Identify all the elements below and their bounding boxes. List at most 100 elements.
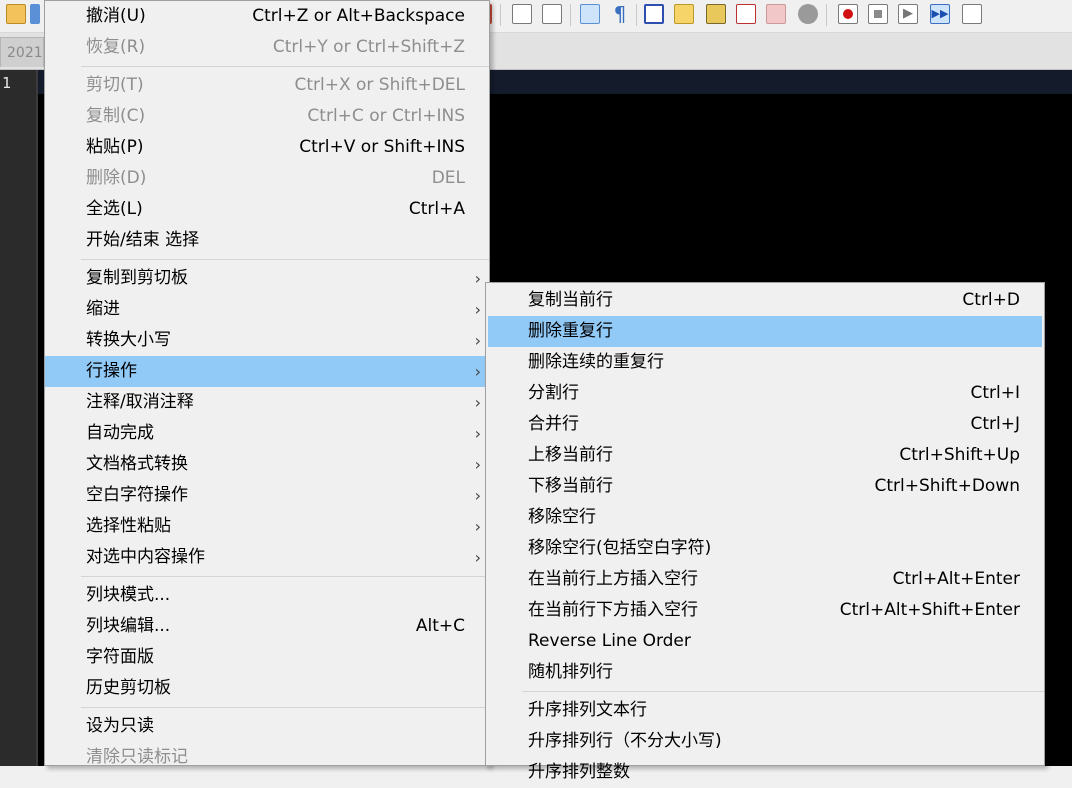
menu-separator xyxy=(81,66,489,67)
document-map-icon[interactable] xyxy=(706,4,726,24)
menu-item-label: 全选(L) xyxy=(86,199,143,219)
menu-item-set-read-only[interactable]: 设为只读 xyxy=(45,711,489,742)
function-list-icon[interactable] xyxy=(736,4,756,24)
submenu-item-randomize-lines[interactable]: 随机排列行 xyxy=(486,657,1044,688)
menu-item-shortcut: Ctrl+I xyxy=(970,383,1020,403)
menu-item-char-panel[interactable]: 字符面版 xyxy=(45,642,489,673)
submenu-item-sort-ascending-integer[interactable]: 升序排列整数 xyxy=(486,757,1044,788)
menu-item-indent[interactable]: 缩进 › xyxy=(45,294,489,325)
chevron-right-icon: › xyxy=(474,486,481,505)
menu-item-on-selection[interactable]: 对选中内容操作 › xyxy=(45,542,489,573)
run-macro-multiple-icon[interactable]: ▶▶ xyxy=(930,4,950,24)
menu-item-label: 删除连续的重复行 xyxy=(528,352,664,372)
menu-item-shortcut: DEL xyxy=(431,168,465,188)
menu-item-label: 在当前行下方插入空行 xyxy=(528,600,698,620)
stop-macro-icon[interactable] xyxy=(868,4,888,24)
menu-item-label: 自动完成 xyxy=(86,423,154,443)
menu-item-shortcut: Ctrl+X or Shift+DEL xyxy=(294,75,465,95)
menu-item-paste[interactable]: 粘贴(P) Ctrl+V or Shift+INS xyxy=(45,132,489,163)
menu-item-shortcut: Ctrl+V or Shift+INS xyxy=(299,137,465,157)
menu-item-comment[interactable]: 注释/取消注释 › xyxy=(45,387,489,418)
monitoring-icon[interactable] xyxy=(798,4,818,24)
menu-item-label: 选择性粘贴 xyxy=(86,516,171,536)
menu-item-label: 删除重复行 xyxy=(528,321,613,341)
user-defined-language-icon[interactable] xyxy=(674,4,694,24)
sync-horizontal-icon[interactable] xyxy=(542,4,562,24)
menu-item-label: Reverse Line Order xyxy=(528,631,691,651)
submenu-item-join-lines[interactable]: 合并行 Ctrl+J xyxy=(486,409,1044,440)
line-operations-submenu: 复制当前行 Ctrl+D 删除重复行 删除连续的重复行 分割行 Ctrl+I 合… xyxy=(485,282,1045,782)
menu-item-label: 复制到剪切板 xyxy=(86,268,188,288)
menu-item-label: 合并行 xyxy=(528,414,579,434)
submenu-item-reverse-line-order[interactable]: Reverse Line Order xyxy=(486,626,1044,657)
submenu-item-move-down[interactable]: 下移当前行 Ctrl+Shift+Down xyxy=(486,471,1044,502)
word-wrap-icon[interactable] xyxy=(580,4,600,24)
menu-item-blank-operations[interactable]: 空白字符操作 › xyxy=(45,480,489,511)
menu-item-label: 随机排列行 xyxy=(528,662,613,682)
chevron-right-icon: › xyxy=(474,517,481,536)
folder-workspace-icon[interactable] xyxy=(766,4,786,24)
menu-item-label: 升序排列行（不分大小写) xyxy=(528,731,722,751)
chevron-right-icon: › xyxy=(474,455,481,474)
submenu-item-move-up[interactable]: 上移当前行 Ctrl+Shift+Up xyxy=(486,440,1044,471)
menu-item-convert-case[interactable]: 转换大小写 › xyxy=(45,325,489,356)
chevron-right-icon: › xyxy=(474,548,481,567)
record-macro-icon[interactable] xyxy=(838,4,858,24)
menu-item-begin-end-select[interactable]: 开始/结束 选择 xyxy=(45,225,489,256)
submenu-item-remove-consecutive-duplicates[interactable]: 删除连续的重复行 xyxy=(486,347,1044,378)
show-all-chars-icon[interactable]: ¶ xyxy=(610,4,630,24)
play-macro-icon[interactable]: ▶ xyxy=(898,4,918,24)
menu-item-label: 设为只读 xyxy=(86,716,154,736)
menu-separator xyxy=(81,259,489,260)
toolbar-separator xyxy=(826,4,827,26)
menu-item-label: 开始/结束 选择 xyxy=(86,230,200,250)
menu-item-label: 列块模式... xyxy=(86,585,171,605)
menu-item-undo[interactable]: 撤消(U) Ctrl+Z or Alt+Backspace xyxy=(45,1,489,32)
menu-item-eol-conversion[interactable]: 文档格式转换 › xyxy=(45,449,489,480)
chevron-right-icon: › xyxy=(474,393,481,412)
indent-guide-icon[interactable] xyxy=(644,4,664,24)
menu-item-label: 在当前行上方插入空行 xyxy=(528,569,698,589)
menu-item-label: 清除只读标记 xyxy=(86,747,188,767)
menu-item-copy-to-clipboard[interactable]: 复制到剪切板 › xyxy=(45,263,489,294)
menu-item-label: 转换大小写 xyxy=(86,330,171,350)
file-tab[interactable]: 2021 xyxy=(0,37,44,67)
menu-item-shortcut: Ctrl+A xyxy=(408,199,465,219)
menu-item-cut[interactable]: 剪切(T) Ctrl+X or Shift+DEL xyxy=(45,70,489,101)
submenu-item-split-lines[interactable]: 分割行 Ctrl+I xyxy=(486,378,1044,409)
menu-item-select-all[interactable]: 全选(L) Ctrl+A xyxy=(45,194,489,225)
menu-item-clipboard-history[interactable]: 历史剪切板 xyxy=(45,673,489,704)
menu-item-redo[interactable]: 恢复(R) Ctrl+Y or Ctrl+Shift+Z xyxy=(45,32,489,63)
menu-item-label: 字符面版 xyxy=(86,647,154,667)
menu-item-clear-read-only[interactable]: 清除只读标记 xyxy=(45,742,489,773)
submenu-item-duplicate-line[interactable]: 复制当前行 Ctrl+D xyxy=(486,285,1044,316)
sync-vertical-icon[interactable] xyxy=(512,4,532,24)
menu-item-line-operations[interactable]: 行操作 › xyxy=(45,356,489,387)
toolbar-separator xyxy=(500,4,501,26)
menu-item-label: 文档格式转换 xyxy=(86,454,188,474)
submenu-item-insert-blank-above[interactable]: 在当前行上方插入空行 Ctrl+Alt+Enter xyxy=(486,564,1044,595)
save-file-icon[interactable] xyxy=(30,4,40,24)
menu-item-column-mode[interactable]: 列块模式... xyxy=(45,580,489,611)
menu-item-delete[interactable]: 删除(D) DEL xyxy=(45,163,489,194)
menu-item-column-editor[interactable]: 列块编辑... Alt+C xyxy=(45,611,489,642)
menu-item-label: 升序排列整数 xyxy=(528,762,630,782)
submenu-item-insert-blank-below[interactable]: 在当前行下方插入空行 Ctrl+Alt+Shift+Enter xyxy=(486,595,1044,626)
menu-item-copy[interactable]: 复制(C) Ctrl+C or Ctrl+INS xyxy=(45,101,489,132)
submenu-item-sort-ascending-ci[interactable]: 升序排列行（不分大小写) xyxy=(486,726,1044,757)
menu-item-label: 撤消(U) xyxy=(86,6,146,26)
submenu-item-remove-empty-blank-lines[interactable]: 移除空行(包括空白字符) xyxy=(486,533,1044,564)
submenu-item-remove-duplicate-lines[interactable]: 删除重复行 xyxy=(488,316,1042,347)
save-macro-icon[interactable] xyxy=(962,4,982,24)
menu-item-label: 恢复(R) xyxy=(86,37,146,57)
menu-item-label: 历史剪切板 xyxy=(86,678,171,698)
submenu-item-sort-ascending[interactable]: 升序排列文本行 xyxy=(486,695,1044,726)
chevron-right-icon: › xyxy=(474,300,481,319)
menu-item-paste-special[interactable]: 选择性粘贴 › xyxy=(45,511,489,542)
menu-item-label: 分割行 xyxy=(528,383,579,403)
menu-item-label: 移除空行(包括空白字符) xyxy=(528,538,712,558)
menu-item-auto-complete[interactable]: 自动完成 › xyxy=(45,418,489,449)
submenu-item-remove-empty-lines[interactable]: 移除空行 xyxy=(486,502,1044,533)
line-number: 1 xyxy=(2,74,12,92)
open-file-icon[interactable] xyxy=(6,4,26,24)
